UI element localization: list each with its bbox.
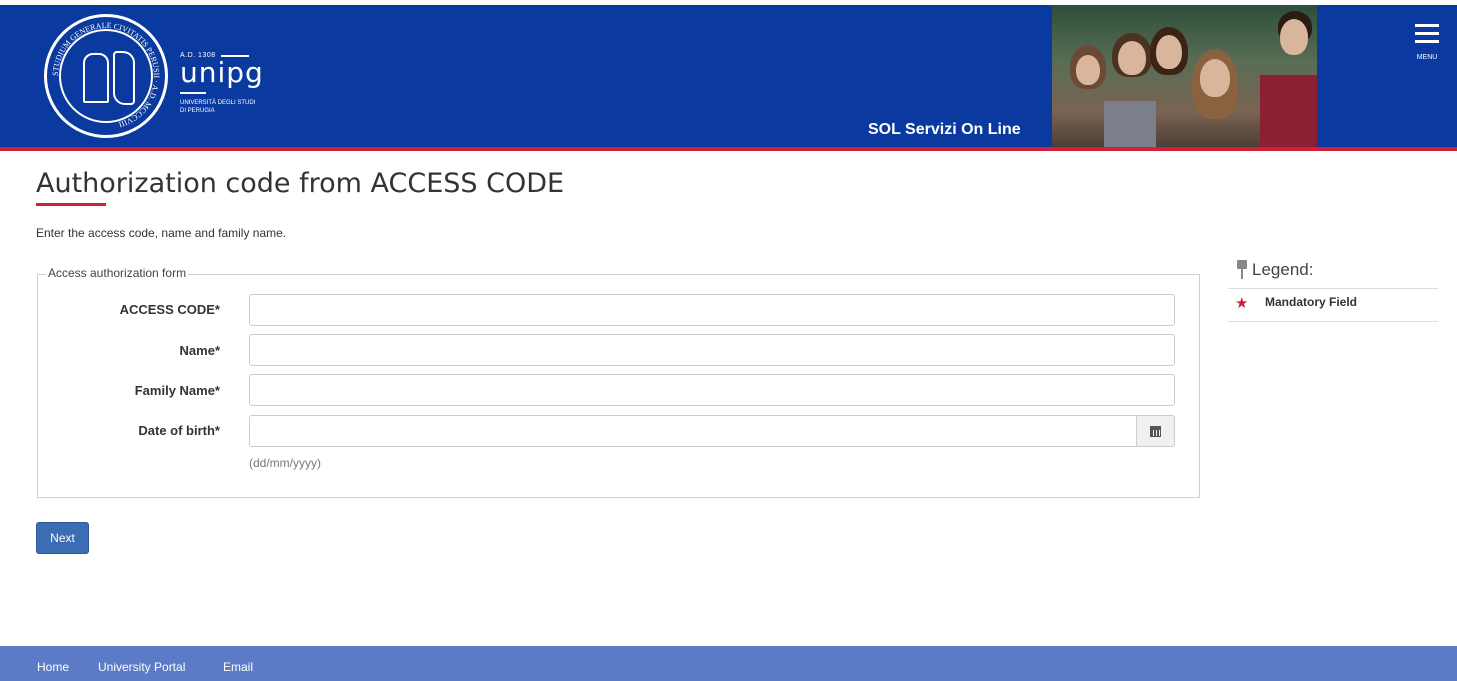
photo-person-2-face	[1118, 41, 1146, 75]
site-header: STUDIUM GENERALE CIVITATIS PERUSII · A.D…	[0, 0, 1457, 151]
photo-person-1-face	[1076, 55, 1100, 85]
menu-label: MENU	[1416, 54, 1438, 61]
site-footer: Home University Portal Email	[0, 646, 1457, 681]
legend-divider-bottom	[1228, 321, 1438, 322]
name-label: Name*	[179, 343, 220, 358]
name-input[interactable]	[249, 334, 1175, 366]
brand-subtitle-line1: UNIVERSITÀ DEGLI STUDI	[180, 100, 256, 106]
pushpin-needle	[1241, 269, 1243, 279]
access-code-input[interactable]	[249, 294, 1175, 326]
header-red-rule	[0, 147, 1457, 151]
photo-person-2-shirt	[1104, 101, 1156, 147]
footer-link-email[interactable]: Email	[223, 660, 253, 674]
access-code-label: ACCESS CODE*	[119, 302, 220, 317]
mandatory-star-icon: ★	[1235, 295, 1249, 312]
fieldset-legend: Access authorization form	[46, 266, 189, 280]
page-intro: Enter the access code, name and family n…	[36, 226, 287, 240]
footer-link-home[interactable]: Home	[37, 660, 69, 674]
calendar-picker-button[interactable]	[1137, 415, 1175, 447]
title-underline	[36, 203, 106, 206]
service-title: SOL Servizi On Line	[868, 121, 1021, 138]
family-name-input[interactable]	[249, 374, 1175, 406]
date-of-birth-label: Date of birth*	[138, 423, 220, 438]
footer-link-university-portal[interactable]: University Portal	[98, 660, 185, 674]
photo-person-3-face	[1156, 35, 1182, 69]
pushpin-head	[1237, 260, 1247, 269]
brand-divider-2	[180, 92, 206, 94]
pushpin-icon	[1236, 260, 1248, 280]
photo-person-5-face	[1280, 19, 1308, 55]
date-of-birth-input[interactable]	[249, 415, 1137, 447]
next-button[interactable]: Next	[36, 522, 89, 554]
date-format-hint: (dd/mm/yyyy)	[249, 456, 321, 470]
page-title: Authorization code from ACCESS CODE	[36, 168, 565, 199]
legend-mandatory-field: Mandatory Field	[1265, 295, 1358, 309]
hamburger-icon-line-3	[1415, 40, 1439, 43]
hamburger-icon-line-2	[1415, 32, 1439, 35]
photo-person-4-face	[1200, 59, 1230, 97]
brand-subtitle-line2: DI PERUGIA	[180, 108, 215, 114]
university-seal-logo[interactable]: STUDIUM GENERALE CIVITATIS PERUSII · A.D…	[44, 14, 168, 138]
photo-person-5-shirt	[1260, 75, 1317, 147]
family-name-label: Family Name*	[134, 383, 220, 398]
seal-saint-figure	[83, 53, 109, 103]
brand-subtitle: UNIVERSITÀ DEGLI STUDI DI PERUGIA	[180, 99, 255, 115]
hamburger-icon	[1415, 24, 1439, 27]
seal-inner-ring	[59, 29, 153, 123]
seal-griffin-figure	[113, 51, 135, 105]
legend-divider	[1228, 288, 1438, 289]
legend-title: Legend:	[1252, 260, 1314, 279]
header-students-photo	[1052, 5, 1317, 147]
menu-button[interactable]: MENU	[1408, 24, 1446, 68]
brand-name: unipg	[180, 56, 264, 89]
calendar-icon	[1150, 426, 1161, 437]
